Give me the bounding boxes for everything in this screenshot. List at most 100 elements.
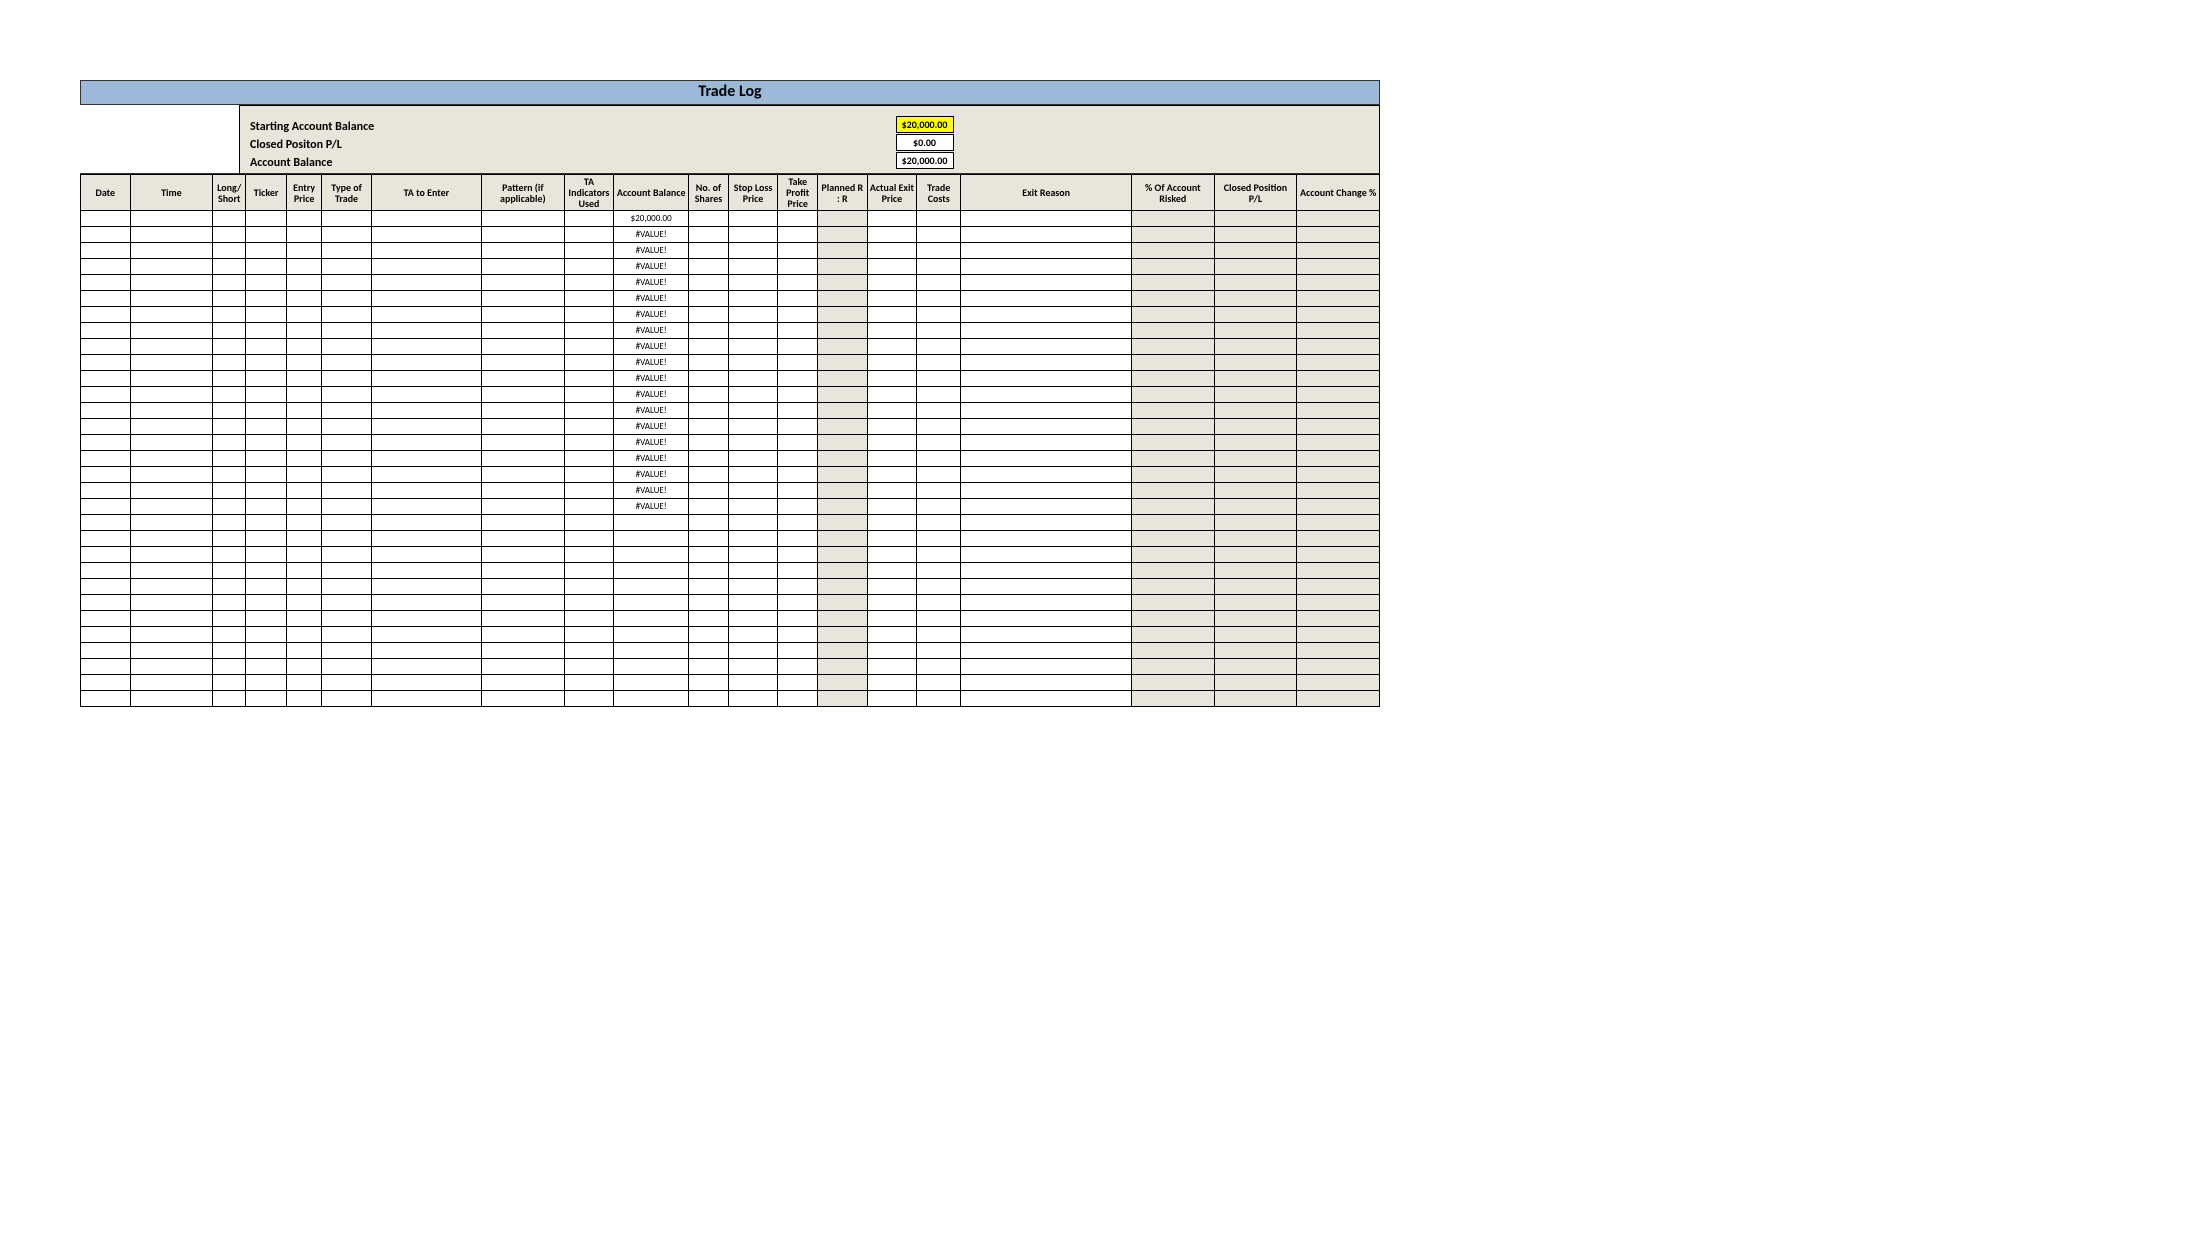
cell[interactable] (818, 355, 868, 371)
cell[interactable] (689, 627, 729, 643)
cell[interactable] (564, 291, 614, 307)
cell[interactable] (1214, 563, 1297, 579)
cell[interactable]: #VALUE! (614, 499, 689, 515)
cell[interactable] (1132, 547, 1215, 563)
cell[interactable] (818, 515, 868, 531)
cell[interactable] (778, 467, 818, 483)
cell[interactable] (1297, 675, 1380, 691)
cell[interactable]: #VALUE! (614, 259, 689, 275)
cell[interactable] (867, 259, 917, 275)
cell[interactable] (322, 451, 372, 467)
cell[interactable] (482, 643, 565, 659)
cell[interactable] (287, 643, 322, 659)
cell[interactable] (917, 531, 961, 547)
col-header[interactable]: Account Change % (1297, 175, 1380, 211)
cell[interactable] (961, 291, 1132, 307)
cell[interactable] (867, 659, 917, 675)
cell[interactable] (961, 643, 1132, 659)
cell[interactable] (213, 323, 246, 339)
cell[interactable] (564, 339, 614, 355)
cell[interactable] (371, 483, 481, 499)
cell[interactable] (287, 259, 322, 275)
cell[interactable] (689, 451, 729, 467)
cell[interactable] (287, 355, 322, 371)
cell[interactable] (130, 659, 213, 675)
cell[interactable] (564, 547, 614, 563)
cell[interactable] (689, 227, 729, 243)
cell[interactable] (287, 243, 322, 259)
cell[interactable] (961, 627, 1132, 643)
cell[interactable] (728, 467, 778, 483)
cell[interactable] (1214, 371, 1297, 387)
cell[interactable]: #VALUE! (614, 291, 689, 307)
cell[interactable] (564, 419, 614, 435)
cell[interactable] (917, 691, 961, 707)
cell[interactable] (246, 675, 287, 691)
cell[interactable] (689, 323, 729, 339)
cell[interactable] (213, 419, 246, 435)
cell[interactable] (564, 691, 614, 707)
cell[interactable] (246, 691, 287, 707)
cell[interactable] (1297, 387, 1380, 403)
cell[interactable] (213, 563, 246, 579)
cell[interactable] (689, 435, 729, 451)
cell[interactable] (246, 515, 287, 531)
cell[interactable] (287, 419, 322, 435)
cell[interactable] (614, 659, 689, 675)
cell[interactable] (213, 307, 246, 323)
cell[interactable] (371, 467, 481, 483)
cell[interactable] (1297, 355, 1380, 371)
cell[interactable] (778, 323, 818, 339)
value-starting-balance[interactable]: $20,000.00 (896, 116, 954, 133)
cell[interactable] (728, 275, 778, 291)
cell[interactable] (778, 227, 818, 243)
cell[interactable] (246, 275, 287, 291)
cell[interactable] (130, 483, 213, 499)
cell[interactable] (1132, 451, 1215, 467)
cell[interactable] (1132, 563, 1215, 579)
cell[interactable] (81, 291, 131, 307)
cell[interactable] (564, 435, 614, 451)
cell[interactable] (213, 531, 246, 547)
cell[interactable] (371, 611, 481, 627)
cell[interactable] (130, 275, 213, 291)
cell[interactable] (778, 627, 818, 643)
cell[interactable] (482, 531, 565, 547)
cell[interactable] (1214, 531, 1297, 547)
cell[interactable] (867, 323, 917, 339)
cell[interactable] (1214, 243, 1297, 259)
cell[interactable] (1214, 611, 1297, 627)
cell[interactable] (213, 451, 246, 467)
cell[interactable] (322, 563, 372, 579)
cell[interactable] (1132, 355, 1215, 371)
cell[interactable] (322, 291, 372, 307)
cell[interactable] (246, 611, 287, 627)
col-header[interactable]: Type of Trade (322, 175, 372, 211)
cell[interactable] (614, 611, 689, 627)
cell[interactable] (778, 547, 818, 563)
cell[interactable] (287, 387, 322, 403)
cell[interactable] (1132, 227, 1215, 243)
cell[interactable] (130, 291, 213, 307)
cell[interactable] (614, 595, 689, 611)
cell[interactable] (213, 611, 246, 627)
cell[interactable] (130, 579, 213, 595)
cell[interactable] (778, 659, 818, 675)
cell[interactable] (482, 227, 565, 243)
cell[interactable] (689, 691, 729, 707)
cell[interactable] (213, 371, 246, 387)
cell[interactable] (728, 307, 778, 323)
cell[interactable] (728, 243, 778, 259)
cell[interactable]: #VALUE! (614, 275, 689, 291)
cell[interactable] (689, 275, 729, 291)
cell[interactable] (917, 355, 961, 371)
cell[interactable] (246, 499, 287, 515)
cell[interactable] (371, 563, 481, 579)
cell[interactable] (689, 643, 729, 659)
cell[interactable] (614, 675, 689, 691)
cell[interactable] (482, 435, 565, 451)
cell[interactable] (213, 467, 246, 483)
cell[interactable] (213, 659, 246, 675)
cell[interactable] (246, 307, 287, 323)
cell[interactable] (81, 355, 131, 371)
